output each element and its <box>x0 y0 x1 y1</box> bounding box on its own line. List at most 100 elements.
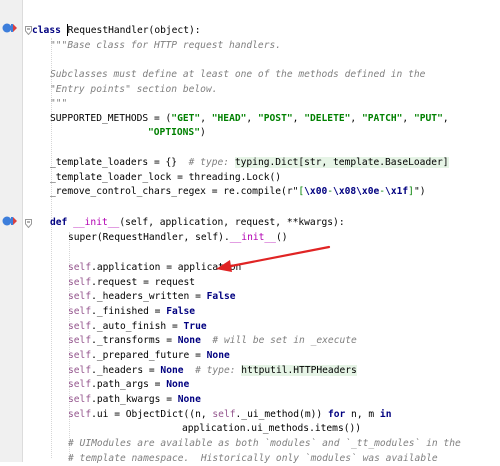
code-line-template-loaders[interactable]: _template_loaders = {} # type: typing.Di… <box>50 155 449 170</box>
code-text: () <box>275 232 288 243</box>
code-text: , self). <box>183 232 230 243</box>
code-text: , <box>246 113 258 124</box>
code-line-self-ui[interactable]: self.ui = ObjectDict((n, self._ui_method… <box>68 407 391 422</box>
string: "DELETE" <box>304 113 351 124</box>
code-text: .request = request <box>91 277 196 288</box>
code-line-init-def[interactable]: def __init__(self, application, request,… <box>50 215 345 230</box>
self-keyword: self <box>68 277 92 288</box>
code-editor[interactable]: class RequestHandler(object): """Base cl… <box>0 0 500 464</box>
fold-icon[interactable] <box>25 26 32 35</box>
code-text: .path_kwargs = <box>91 394 178 405</box>
comment: # type: <box>188 157 235 168</box>
code-text: ") <box>413 186 426 197</box>
code-line-self-finished[interactable]: self._finished = False <box>68 304 195 319</box>
type-hint: httputil.HTTPHeaders <box>241 365 357 376</box>
code-text: n, m <box>345 409 380 420</box>
code-line-template-loader-lock[interactable]: _template_loader_lock = threading.Lock() <box>50 170 281 185</box>
code-line-self-path-args[interactable]: self.path_args = None <box>68 377 189 392</box>
code-text: ._headers = <box>91 365 161 376</box>
docstring: """Base class for HTTP request handlers. <box>50 40 282 51</box>
string: "PATCH" <box>361 113 403 124</box>
escape-sequence: \x00 <box>304 186 328 197</box>
code-text: ._ui_method(m)) <box>235 409 328 420</box>
code-line-self-prepared-future[interactable]: self._prepared_future = None <box>68 348 230 363</box>
code-line-class-def[interactable]: class RequestHandler(object): <box>32 23 201 38</box>
self-keyword: self <box>68 335 92 346</box>
self-keyword: self <box>68 291 92 302</box>
code-line-self-headers-written[interactable]: self._headers_written = False <box>68 289 236 304</box>
override-marker-icon[interactable] <box>2 215 18 227</box>
escape-sequence: \x1f <box>385 186 409 197</box>
code-text: ._headers_written = <box>91 291 207 302</box>
comment: # template namespace. Historically only … <box>68 453 438 464</box>
keyword: def <box>50 217 74 228</box>
code-line-remove-control-chars[interactable]: _remove_control_chars_regex = re.compile… <box>50 184 426 199</box>
code-text: SUPPORTED_METHODS = ( <box>50 113 172 124</box>
code-line-self-path-kwargs[interactable]: self.path_kwargs = None <box>68 392 201 407</box>
self-keyword: self <box>68 350 92 361</box>
self-keyword: self <box>68 409 92 420</box>
code-line-self-transforms[interactable]: self._transforms = None # will be set in… <box>68 333 357 348</box>
self-keyword: self <box>212 409 236 420</box>
code-line-supported-methods-cont[interactable]: "OPTIONS") <box>148 125 206 140</box>
keyword: None <box>160 365 184 376</box>
function-name: __init__ <box>73 217 120 228</box>
code-text: , <box>292 113 305 124</box>
code-text: ._auto_finish = <box>91 321 184 332</box>
docstring: """ <box>50 98 68 109</box>
code-text: , <box>200 113 212 124</box>
keyword: None <box>206 350 230 361</box>
string: "GET" <box>171 113 201 124</box>
docstring: Subclasses must define at least one of t… <box>50 69 426 80</box>
code-line-docstring[interactable]: "Entry points" section below. <box>50 82 218 97</box>
code-text: super( <box>68 232 103 243</box>
keyword: in <box>379 409 392 420</box>
class-name: RequestHandler <box>67 25 149 36</box>
comment: # type: <box>183 365 242 376</box>
keyword: None <box>166 379 190 390</box>
code-text: _template_loaders = {} <box>50 157 189 168</box>
magic-method: __init__ <box>229 232 276 243</box>
code-line-self-headers[interactable]: self._headers = None # type: httputil.HT… <box>68 363 357 378</box>
code-text: application.ui_methods.items()) <box>182 423 362 434</box>
self-keyword: self <box>68 394 92 405</box>
code-text: (object): <box>148 25 201 36</box>
code-line-comment[interactable]: # UIModules are available as both `modul… <box>68 436 461 451</box>
type-hint: typing.Dict[str, template.BaseLoader] <box>234 157 449 168</box>
editor-gutter[interactable] <box>0 0 23 462</box>
docstring: "Entry points" section below. <box>50 84 218 95</box>
code-line-docstring[interactable]: """ <box>50 96 67 111</box>
string: "HEAD" <box>211 113 247 124</box>
code-text: , <box>442 113 449 124</box>
comment: # will be set in _execute <box>200 335 357 346</box>
code-text: ._transforms = <box>91 335 178 346</box>
code-text: , <box>402 113 414 124</box>
code-line-self-request[interactable]: self.request = request <box>68 275 195 290</box>
keyword: None <box>177 335 201 346</box>
self-keyword: self <box>68 306 92 317</box>
code-line-docstring[interactable]: """Base class for HTTP request handlers. <box>50 38 281 53</box>
keyword: None <box>177 394 201 405</box>
self-keyword: self <box>68 379 92 390</box>
code-line-comment[interactable]: # template namespace. Historically only … <box>68 451 438 466</box>
self-keyword: self <box>68 365 92 376</box>
override-marker-icon[interactable] <box>2 22 18 34</box>
fold-icon[interactable] <box>25 219 32 228</box>
code-text: , <box>350 113 362 124</box>
code-line-self-auto-finish[interactable]: self._auto_finish = True <box>68 319 207 334</box>
string: "POST" <box>257 113 293 124</box>
code-line-supported-methods[interactable]: SUPPORTED_METHODS = ("GET", "HEAD", "POS… <box>50 111 449 126</box>
keyword: for <box>327 409 346 420</box>
self-keyword: self <box>68 321 92 332</box>
code-line-self-ui-cont[interactable]: application.ui_methods.items()) <box>182 421 361 436</box>
code-line-docstring[interactable]: Subclasses must define at least one of t… <box>50 67 425 82</box>
escape-sequence: \x08\x0e <box>333 186 380 197</box>
code-text: ._finished = <box>91 306 167 317</box>
keyword: class <box>32 25 61 36</box>
code-text: .ui = ObjectDict((n, <box>91 409 213 420</box>
code-text: _template_loader_lock = threading.Lock() <box>50 172 282 183</box>
annotation-arrow-icon <box>216 245 331 272</box>
code-text: ) <box>199 127 206 138</box>
code-text: .path_args = <box>91 379 167 390</box>
code-text: _remove_control_chars_regex = re.compile… <box>50 186 299 197</box>
